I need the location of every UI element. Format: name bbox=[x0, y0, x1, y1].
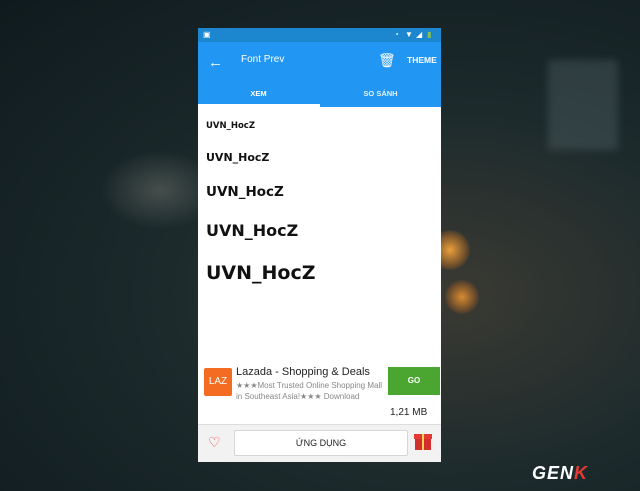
battery-icon: ▮ bbox=[427, 30, 432, 39]
wifi-icon: ▼ bbox=[405, 30, 413, 39]
tab-xem[interactable]: XEM bbox=[198, 89, 319, 98]
tab-so-sanh[interactable]: SO SÁNH bbox=[320, 89, 441, 98]
font-sample-large: UVN_HocZ bbox=[206, 184, 284, 200]
font-sample-small: UVN_HocZ bbox=[206, 121, 255, 131]
page-title: Font Prev bbox=[241, 54, 285, 65]
status-bar: ▣ ◔ ▼ ◢ ▮ bbox=[198, 28, 441, 42]
tab-indicator bbox=[198, 104, 320, 107]
download-size: 1,21 MB bbox=[390, 407, 428, 418]
heart-icon[interactable]: ♡ bbox=[208, 434, 221, 451]
ad-description: ★★★Most Trusted Online Shopping Mall in … bbox=[236, 381, 383, 401]
ad-banner[interactable]: LAZ Lazada - Shopping & Deals ★★★Most Tr… bbox=[198, 364, 441, 424]
go-button[interactable]: GO bbox=[388, 367, 440, 395]
gift-icon[interactable] bbox=[414, 431, 432, 451]
lazada-logo: LAZ bbox=[204, 368, 232, 396]
background-window bbox=[548, 60, 618, 150]
signal-icon: ◢ bbox=[416, 30, 423, 39]
theme-button[interactable]: THEME bbox=[407, 55, 437, 65]
apps-button[interactable]: ỨNG DỤNG bbox=[234, 430, 408, 456]
app-bar: ← Font Prev 🗑 THEME XEM SO SÁNH bbox=[198, 42, 441, 107]
phone-screen: ▣ ◔ ▼ ◢ ▮ ← Font Prev 🗑 THEME XEM SO SÁN… bbox=[198, 28, 441, 462]
ad-title: Lazada - Shopping & Deals bbox=[236, 366, 370, 378]
bottom-bar: ♡ ỨNG DỤNG bbox=[198, 424, 441, 462]
font-sample-medium: UVN_HocZ bbox=[206, 151, 270, 164]
alarm-icon: ◔ bbox=[394, 30, 399, 39]
back-arrow-icon[interactable]: ← bbox=[208, 54, 223, 71]
trash-icon[interactable]: 🗑 bbox=[378, 52, 396, 69]
font-sample-xlarge: UVN_HocZ bbox=[206, 221, 299, 240]
image-icon: ▣ bbox=[203, 30, 211, 39]
genk-watermark: GENK bbox=[532, 463, 589, 483]
font-sample-xxlarge: UVN_HocZ bbox=[206, 262, 316, 284]
background-light bbox=[445, 280, 479, 314]
